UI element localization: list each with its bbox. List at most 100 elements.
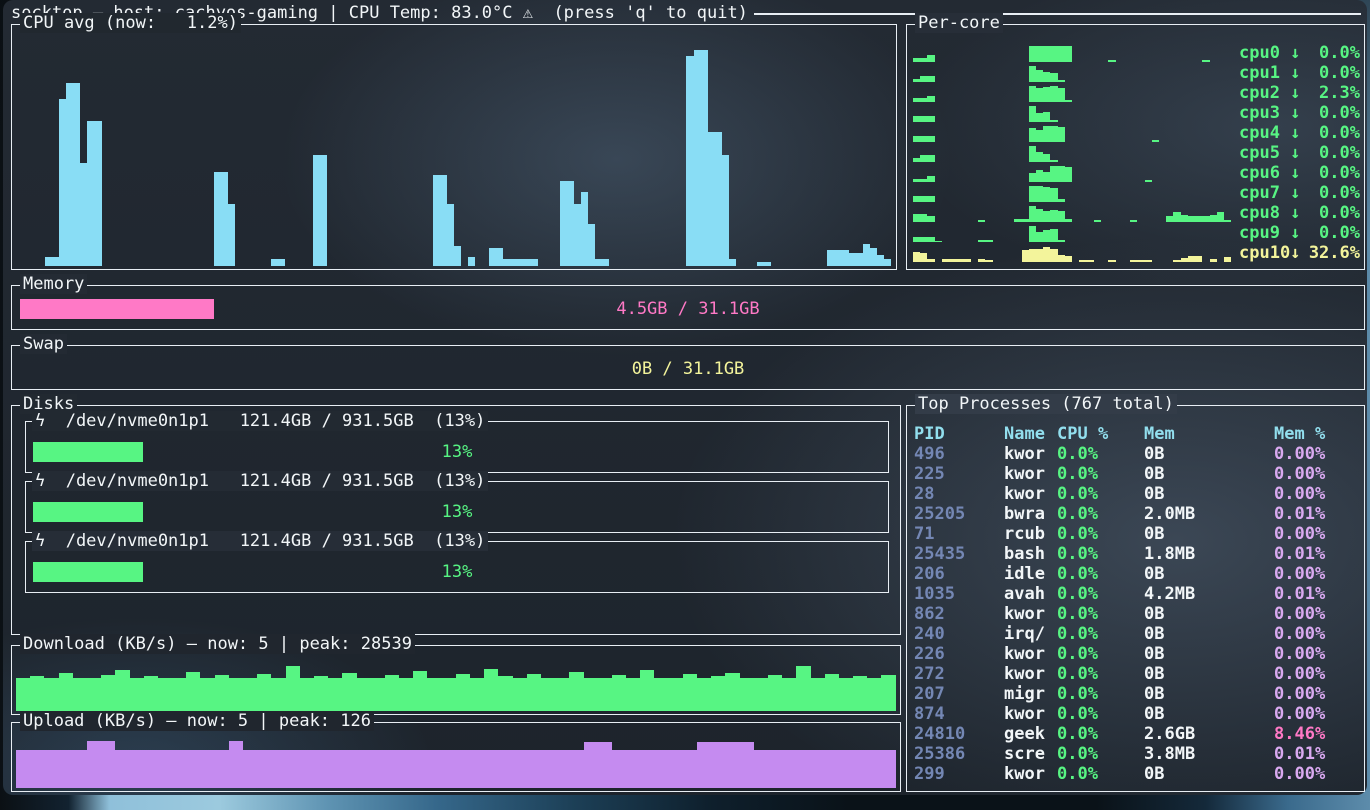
title-rule <box>754 13 1361 15</box>
chart-bar <box>73 750 87 788</box>
chart-bar <box>1058 80 1065 82</box>
swap-panel: Swap 0B / 31.1GB <box>11 345 1365 390</box>
chart-bar <box>927 176 934 182</box>
chart-bar <box>853 750 867 788</box>
chart-bar <box>300 750 314 788</box>
terminal-window[interactable]: socktop — host: cachyos-gaming | CPU Tem… <box>3 0 1367 795</box>
chart-bar <box>598 678 612 711</box>
chart-bar <box>913 79 920 82</box>
chart-bar <box>257 750 271 788</box>
core-sparkline <box>913 246 1231 262</box>
chart-bar <box>1202 60 1209 62</box>
column-header: Mem % <box>1274 424 1364 444</box>
chart-bar <box>1014 219 1021 222</box>
chart-bar <box>1065 256 1072 262</box>
chart-bar <box>913 196 920 202</box>
process-cell-memp: 0.00% <box>1274 464 1364 484</box>
process-cell-mem: 0B <box>1144 564 1274 584</box>
chart-bar <box>920 136 927 142</box>
core-name: cpu6 ↓ <box>1239 163 1300 183</box>
chart-bar <box>697 742 711 788</box>
chart-bar <box>1065 219 1072 222</box>
disk-gauge-box: ϟ /dev/nvme0n1p1 121.4GB / 931.5GB (13%)… <box>25 541 889 593</box>
process-cell-mem: 0B <box>1144 604 1274 624</box>
process-cell-name: bash <box>1004 544 1057 564</box>
core-label: cpu2 ↓2.3% <box>1231 83 1360 103</box>
chart-bar <box>1036 70 1043 82</box>
chart-bar <box>45 257 52 266</box>
upload-panel: Upload (KB/s) — now: 5 | peak: 126 <box>11 722 901 792</box>
core-name: cpu7 ↓ <box>1239 183 1300 203</box>
upload-chart <box>16 735 896 788</box>
download-panel: Download (KB/s) — now: 5 | peak: 28539 <box>11 645 901 715</box>
chart-bar <box>560 181 567 266</box>
process-cell-cpu: 0.0% <box>1057 564 1144 584</box>
chart-bar <box>881 750 895 788</box>
process-cell-pid: 226 <box>914 644 1004 664</box>
chart-bar <box>978 259 985 262</box>
chart-bar <box>541 750 555 788</box>
process-cell-memp: 0.00% <box>1274 524 1364 544</box>
cpu-avg-panel-title: CPU avg (now: 1.2%) <box>20 13 241 33</box>
core-label: cpu4 ↓0.0% <box>1231 123 1360 143</box>
chart-bar <box>456 674 470 711</box>
chart-bar <box>399 678 413 711</box>
chart-bar <box>399 750 413 788</box>
chart-bar <box>328 678 342 711</box>
chart-bar <box>913 179 920 182</box>
chart-bar <box>1050 229 1057 242</box>
process-cell-mem: 4.2MB <box>1144 584 1274 604</box>
chart-bar <box>694 50 701 266</box>
core-label: cpu9 ↓0.0% <box>1231 223 1360 243</box>
process-cell-cpu: 0.0% <box>1057 444 1144 464</box>
chart-bar <box>884 259 891 266</box>
chart-bar <box>59 99 66 266</box>
chart-bar <box>740 742 754 788</box>
process-row: 874kwor0.0%0B0.00% <box>907 704 1364 724</box>
process-cell-mem: 0B <box>1144 464 1274 484</box>
chart-bar <box>569 672 583 711</box>
chart-bar <box>371 750 385 788</box>
core-name: cpu10↓ <box>1239 243 1300 263</box>
chart-bar <box>669 678 683 711</box>
chart-bar <box>1195 216 1202 222</box>
process-cell-cpu: 0.0% <box>1057 544 1144 564</box>
chart-bar <box>30 676 44 711</box>
chart-bar <box>1043 230 1050 242</box>
chart-bar <box>683 674 697 711</box>
column-header: Name <box>1004 424 1057 444</box>
chart-bar <box>498 750 512 788</box>
chart-bar <box>513 678 527 711</box>
process-cell-name: rcub <box>1004 524 1057 544</box>
chart-bar <box>1173 212 1180 222</box>
chart-bar <box>927 96 934 102</box>
core-name: cpu0 ↓ <box>1239 43 1300 63</box>
chart-bar <box>16 750 30 788</box>
core-name: cpu3 ↓ <box>1239 103 1300 123</box>
core-label: cpu0 ↓0.0% <box>1231 43 1360 63</box>
process-cell-cpu: 0.0% <box>1057 584 1144 604</box>
chart-bar <box>1065 100 1072 102</box>
chart-bar <box>221 172 228 266</box>
core-row: cpu3 ↓0.0% <box>913 103 1360 123</box>
chart-bar <box>942 259 949 262</box>
core-usage-value: 0.0% <box>1319 183 1360 203</box>
chart-bar <box>158 678 172 711</box>
core-sparkline <box>913 146 1231 162</box>
chart-bar <box>1058 88 1065 102</box>
chart-bar <box>669 750 683 788</box>
process-cell-memp: 0.00% <box>1274 484 1364 504</box>
chart-bar <box>1217 212 1224 222</box>
chart-bar <box>927 136 934 142</box>
chart-bar <box>555 750 569 788</box>
column-header: PID <box>914 424 1004 444</box>
process-cell-mem: 0B <box>1144 704 1274 724</box>
chart-bar <box>144 676 158 711</box>
chart-bar <box>1043 211 1050 222</box>
process-cell-name: migr <box>1004 684 1057 704</box>
process-row: 225kwor0.0%0B0.00% <box>907 464 1364 484</box>
chart-bar <box>569 750 583 788</box>
column-header: CPU % <box>1057 424 1144 444</box>
chart-bar <box>1050 86 1057 102</box>
chart-bar <box>640 670 654 711</box>
